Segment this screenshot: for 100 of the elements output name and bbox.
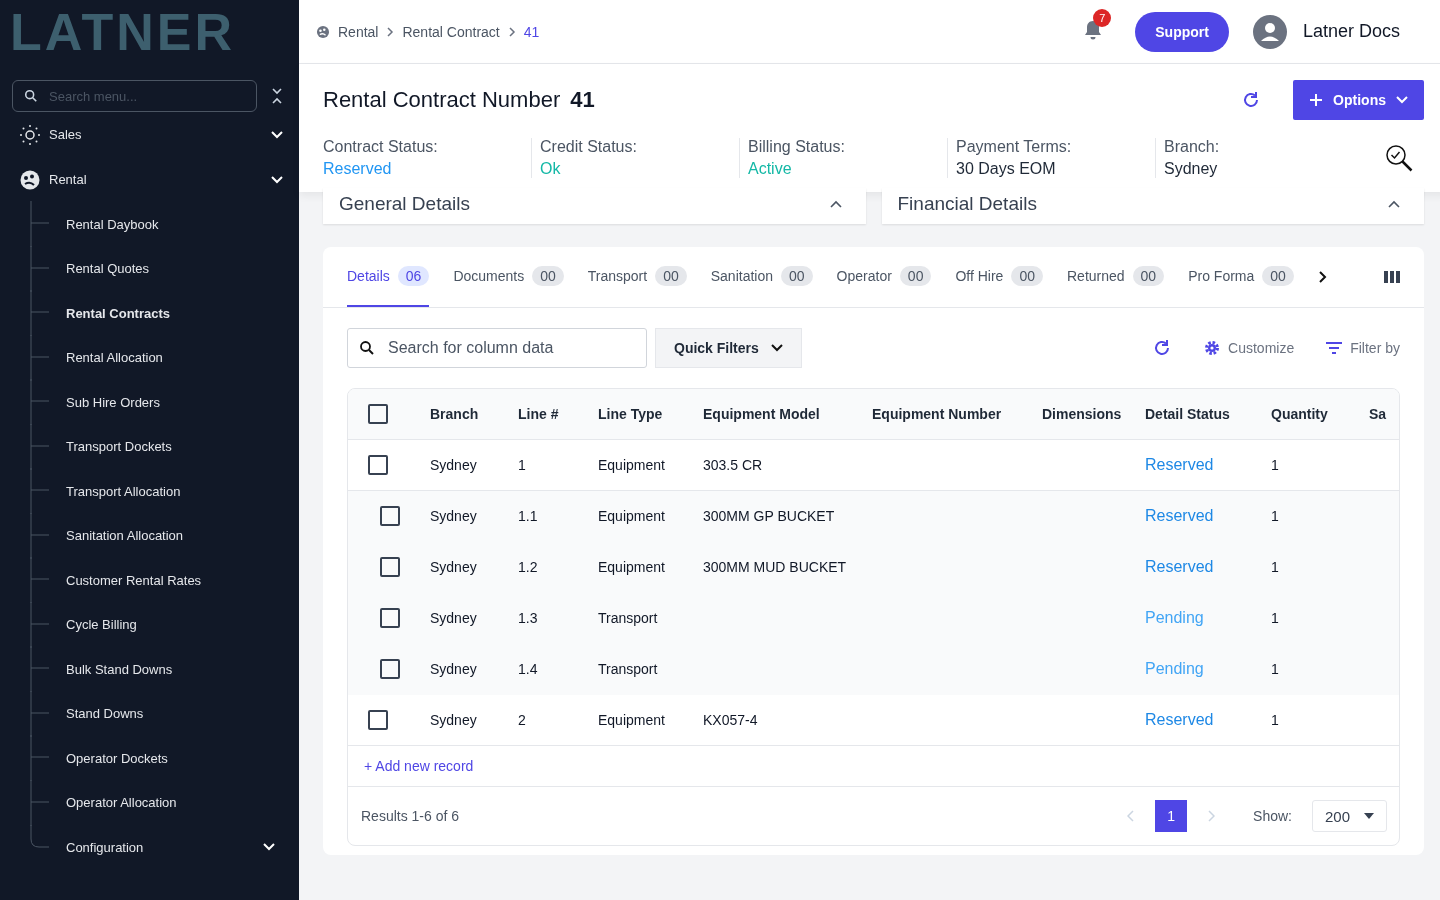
field-value: Reserved bbox=[323, 160, 393, 178]
details-panel[interactable]: Financial Details bbox=[881, 188, 1424, 224]
chevron-icon bbox=[386, 26, 395, 37]
chevron-icon[interactable] bbox=[1317, 270, 1328, 284]
tree-line bbox=[30, 735, 50, 782]
filter-button[interactable]: Filter by bbox=[1326, 340, 1400, 356]
sidebar-subitem[interactable]: Sanitation Allocation bbox=[66, 528, 299, 544]
table-cell-text: 300MM GP BUCKET bbox=[703, 508, 836, 524]
sidebar-subitem[interactable]: Operator Dockets bbox=[66, 750, 299, 766]
sidebar-subitem[interactable]: Rental Contracts bbox=[66, 305, 299, 321]
sidebar-subitem[interactable]: Transport Dockets bbox=[66, 439, 299, 455]
tree-line bbox=[30, 646, 50, 693]
field-value: Active bbox=[748, 160, 793, 178]
settings-icon bbox=[1204, 340, 1221, 356]
tree-line bbox=[30, 201, 50, 248]
results-text: Results 1-6 of 6 bbox=[361, 808, 460, 824]
sidebar-item[interactable]: Sales bbox=[0, 112, 299, 157]
checkbox[interactable] bbox=[380, 506, 400, 526]
breadcrumb-link[interactable]: Rental Contract bbox=[402, 23, 500, 40]
tab[interactable]: Transport 00 bbox=[587, 247, 687, 307]
status-text: Pending bbox=[1145, 660, 1205, 678]
column-header[interactable]: Equipment Number bbox=[872, 406, 1042, 422]
show-label: Show: bbox=[1253, 808, 1292, 824]
table-cell-text: 1.3 bbox=[518, 610, 539, 626]
options-button[interactable]: Options bbox=[1293, 80, 1424, 120]
search-check-icon[interactable] bbox=[1384, 143, 1414, 173]
sidebar-subitem[interactable]: Sub Hire Orders bbox=[66, 394, 299, 410]
sidebar-subitem[interactable]: Cycle Billing bbox=[66, 617, 299, 633]
details-panel[interactable]: General Details bbox=[323, 188, 866, 224]
panel-title: Financial Details bbox=[897, 193, 1037, 215]
sidebar-subitem[interactable]: Bulk Stand Downs bbox=[66, 661, 299, 677]
table-cell-text: 1 bbox=[1271, 610, 1280, 626]
chevron-icon bbox=[507, 26, 516, 37]
column-header[interactable]: Line Type bbox=[598, 406, 703, 422]
support-button[interactable]: Support bbox=[1135, 11, 1229, 52]
checkbox[interactable] bbox=[380, 659, 400, 679]
column-header[interactable]: Branch bbox=[430, 406, 518, 422]
sidebar-subitem[interactable]: Customer Rental Rates bbox=[66, 572, 299, 588]
tab[interactable]: Pro Forma 00 bbox=[1188, 247, 1294, 307]
search-icon bbox=[24, 89, 38, 103]
breadcrumb-link[interactable]: 41 bbox=[523, 23, 540, 40]
status-text: Reserved bbox=[1145, 558, 1215, 576]
checkbox[interactable] bbox=[380, 557, 400, 577]
field-value: Ok bbox=[540, 160, 562, 178]
checkbox[interactable] bbox=[380, 608, 400, 628]
sidebar-subitem[interactable]: Rental Allocation bbox=[66, 350, 299, 366]
collapse-icon[interactable] bbox=[271, 87, 283, 105]
tab[interactable]: Details 06 bbox=[347, 247, 430, 307]
table-cell-text: 1.2 bbox=[518, 559, 539, 575]
tab[interactable]: Off Hire 00 bbox=[955, 247, 1043, 307]
tab[interactable]: Operator 00 bbox=[836, 247, 932, 307]
tab[interactable]: Documents 00 bbox=[453, 247, 564, 307]
chevron-icon[interactable] bbox=[1388, 200, 1400, 208]
table-cell-text: 1 bbox=[1271, 712, 1280, 728]
sidebar-subitem[interactable]: Rental Daybook bbox=[66, 216, 299, 232]
user-name[interactable]: Latner Docs bbox=[1302, 21, 1400, 42]
customize-button[interactable]: Customize bbox=[1204, 340, 1295, 356]
search-field[interactable]: Search menu... bbox=[12, 80, 257, 112]
sidebar-subitem[interactable]: Stand Downs bbox=[66, 706, 299, 722]
table-cell-text: 1 bbox=[518, 457, 527, 473]
table-cell-text: 1 bbox=[1271, 661, 1280, 677]
field-value: 30 Days EOM bbox=[956, 160, 1057, 178]
page-button[interactable]: 1 bbox=[1155, 800, 1188, 832]
table-cell-text: 1.1 bbox=[518, 508, 539, 524]
sidebar-subitem[interactable]: Transport Allocation bbox=[66, 483, 299, 499]
column-header[interactable]: Sa bbox=[1369, 406, 1399, 422]
column-header[interactable]: Quantity bbox=[1271, 406, 1369, 422]
column-header[interactable]: Dimensions bbox=[1042, 406, 1145, 422]
table-cell-text: Sydney bbox=[430, 559, 478, 575]
tab[interactable]: Sanitation 00 bbox=[710, 247, 813, 307]
sidebar-subitem[interactable]: Operator Allocation bbox=[66, 795, 299, 811]
field-value: Sydney bbox=[1164, 160, 1219, 178]
tree-line bbox=[30, 290, 50, 337]
avatar-icon[interactable] bbox=[1252, 14, 1287, 49]
table-cell-text: Transport bbox=[598, 661, 659, 677]
chevron-icon[interactable] bbox=[829, 200, 842, 208]
status-text: Reserved bbox=[1145, 507, 1215, 525]
column-header[interactable]: Line # bbox=[518, 406, 598, 422]
column-header[interactable]: Equipment Model bbox=[703, 406, 872, 422]
tree-line bbox=[30, 601, 50, 648]
sidebar-subitem[interactable]: Configuration bbox=[66, 839, 263, 855]
tree-line bbox=[30, 468, 50, 515]
sidebar-subitem[interactable]: Rental Quotes bbox=[66, 261, 299, 277]
tree-line bbox=[30, 690, 50, 737]
breadcrumb-link[interactable]: Rental bbox=[338, 23, 379, 40]
table-cell-text: KX057-4 bbox=[703, 712, 759, 728]
tree-line bbox=[30, 245, 50, 292]
sidebar-item[interactable]: Rental bbox=[0, 157, 299, 202]
table-cell-text: Sydney bbox=[430, 610, 478, 626]
quick-filters-button[interactable]: Quick Filters bbox=[655, 328, 802, 368]
search-icon bbox=[359, 340, 375, 356]
page-size-select[interactable]: 200 bbox=[1311, 800, 1387, 832]
add-record-link[interactable]: + Add new record bbox=[364, 758, 474, 774]
columns-icon[interactable] bbox=[1384, 270, 1400, 284]
checkbox[interactable] bbox=[368, 710, 388, 730]
table-cell-text: 1 bbox=[1271, 559, 1280, 575]
tab[interactable]: Returned 00 bbox=[1067, 247, 1165, 307]
checkbox[interactable] bbox=[368, 455, 388, 475]
column-header[interactable]: Detail Status bbox=[1145, 406, 1271, 422]
checkbox[interactable] bbox=[368, 404, 388, 424]
